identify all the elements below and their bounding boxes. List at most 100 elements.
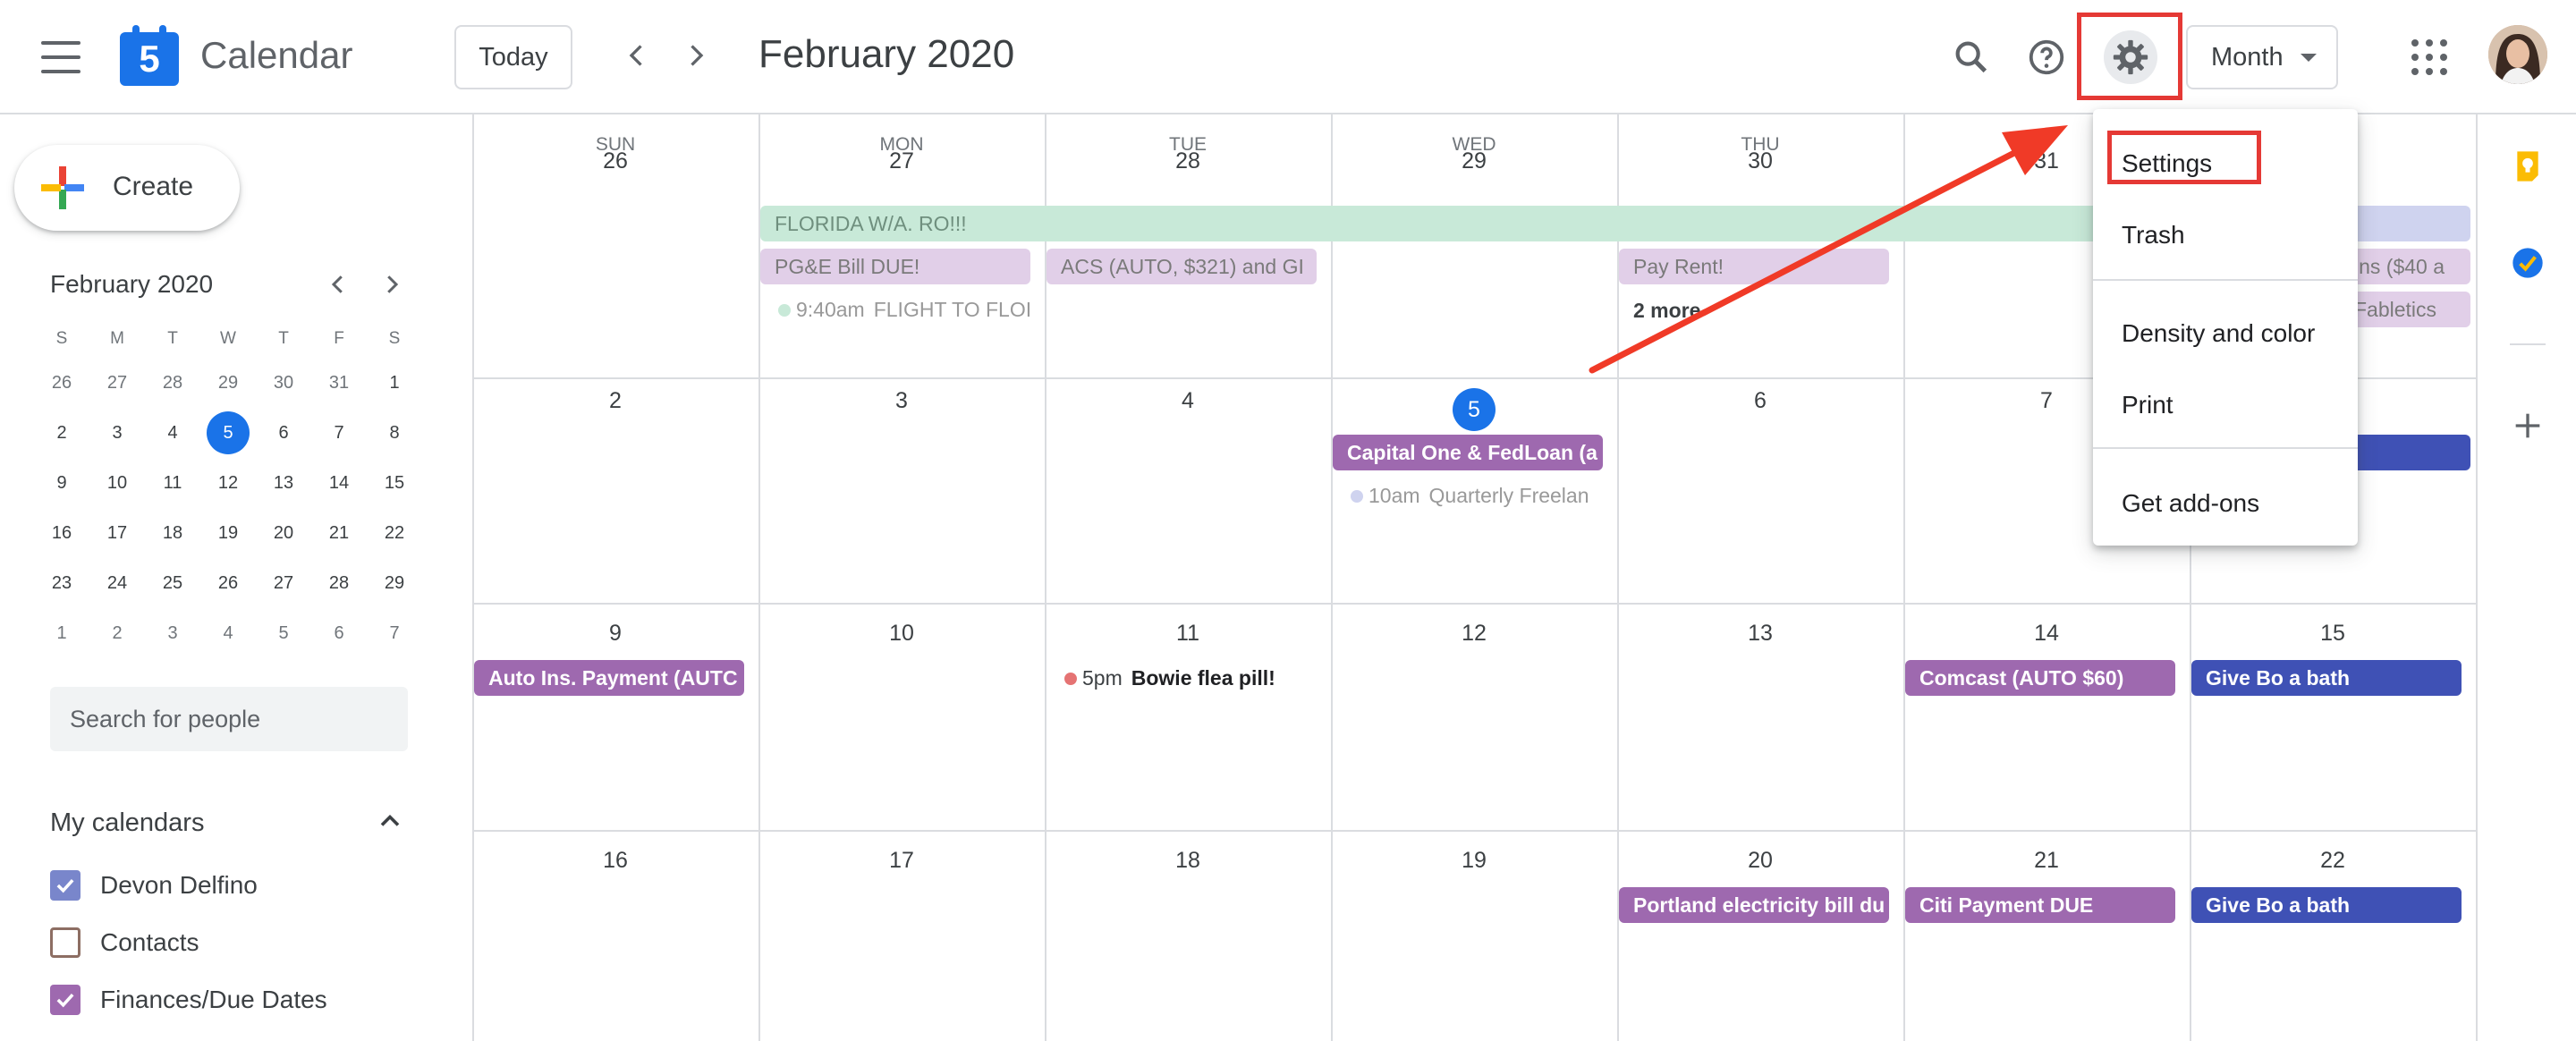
mini-calendar-day[interactable]: 14: [311, 461, 367, 505]
event-quarterly[interactable]: 10am Quarterly Freelan: [1349, 478, 1605, 513]
mini-calendar-day[interactable]: 1: [34, 611, 89, 656]
mini-calendar-day[interactable]: 2: [34, 410, 89, 455]
mini-calendar-day[interactable]: 30: [256, 360, 311, 405]
event-pay-rent[interactable]: Pay Rent!: [1619, 249, 1889, 284]
event-give-bo-bath[interactable]: Give Bo a bath: [2191, 887, 2462, 923]
mini-calendar-day[interactable]: 3: [145, 611, 200, 656]
keep-icon[interactable]: [2510, 148, 2546, 184]
mini-calendar-day[interactable]: 2: [89, 611, 145, 656]
mini-calendar-day[interactable]: 4: [200, 611, 256, 656]
day-number[interactable]: 10: [758, 621, 1045, 647]
checkbox-checked-icon[interactable]: [50, 985, 80, 1015]
add-addon-icon[interactable]: [2510, 408, 2546, 444]
day-number[interactable]: 29: [1331, 148, 1617, 174]
google-apps-icon[interactable]: [2411, 39, 2447, 75]
mini-calendar-day[interactable]: 7: [367, 611, 422, 656]
more-events-link[interactable]: 2 more: [1633, 299, 1700, 323]
my-calendars-title[interactable]: My calendars: [50, 808, 204, 838]
day-number[interactable]: 17: [758, 848, 1045, 874]
event-bowie-flea[interactable]: 5pm Bowie flea pill!: [1063, 660, 1318, 696]
mini-calendar-day[interactable]: 20: [256, 511, 311, 555]
event-sat-partial[interactable]: ins ($40 a: [2351, 249, 2470, 284]
mini-calendar-prev-icon[interactable]: [322, 268, 354, 300]
event-acs[interactable]: ACS (AUTO, $321) and GI: [1046, 249, 1317, 284]
day-number[interactable]: 14: [1903, 621, 2190, 647]
next-period-icon[interactable]: [676, 36, 716, 75]
event-portland-electricity[interactable]: Portland electricity bill du: [1619, 887, 1889, 923]
mini-calendar-day[interactable]: 12: [200, 461, 256, 505]
mini-calendar-day[interactable]: 28: [311, 561, 367, 605]
mini-calendar-day[interactable]: 10: [89, 461, 145, 505]
mini-calendar-day[interactable]: 16: [34, 511, 89, 555]
event-sat-partial[interactable]: Fabletics: [2351, 292, 2470, 327]
mini-calendar-day[interactable]: 15: [367, 461, 422, 505]
today-button[interactable]: Today: [454, 25, 572, 89]
day-number[interactable]: 27: [758, 148, 1045, 174]
event-citi-payment[interactable]: Citi Payment DUE: [1905, 887, 2175, 923]
mini-calendar-day[interactable]: 8: [367, 410, 422, 455]
mini-calendar-day[interactable]: 27: [89, 360, 145, 405]
day-number[interactable]: 20: [1617, 848, 1903, 874]
mini-calendar-day[interactable]: 7: [311, 410, 367, 455]
menu-item-trash[interactable]: Trash: [2093, 204, 2358, 267]
event-capital-one[interactable]: Capital One & FedLoan (a: [1333, 435, 1603, 470]
day-number[interactable]: 6: [1617, 388, 1903, 414]
mini-calendar-day[interactable]: 19: [200, 511, 256, 555]
view-select[interactable]: Month: [2186, 25, 2338, 89]
menu-item-density-color[interactable]: Density and color: [2093, 302, 2358, 365]
mini-calendar-day[interactable]: 28: [145, 360, 200, 405]
help-icon[interactable]: [2021, 32, 2072, 82]
day-number[interactable]: 3: [758, 388, 1045, 414]
day-number[interactable]: 4: [1045, 388, 1331, 414]
event-comcast[interactable]: Comcast (AUTO $60): [1905, 660, 2175, 696]
day-number[interactable]: 18: [1045, 848, 1331, 874]
mini-calendar-day[interactable]: 27: [256, 561, 311, 605]
day-number[interactable]: 16: [472, 848, 758, 874]
mini-calendar-day[interactable]: 29: [200, 360, 256, 405]
day-number[interactable]: 19: [1331, 848, 1617, 874]
main-menu-icon[interactable]: [41, 41, 80, 73]
mini-calendar-day[interactable]: 13: [256, 461, 311, 505]
calendar-item-finances[interactable]: Finances/Due Dates: [50, 982, 327, 1018]
mini-calendar-day[interactable]: 3: [89, 410, 145, 455]
event-pge-bill[interactable]: PG&E Bill DUE!: [760, 249, 1030, 284]
mini-calendar-day[interactable]: 31: [311, 360, 367, 405]
day-number[interactable]: 30: [1617, 148, 1903, 174]
calendar-item-contacts[interactable]: Contacts: [50, 925, 199, 961]
search-icon[interactable]: [1946, 32, 1996, 82]
mini-calendar-day[interactable]: 5: [200, 410, 256, 455]
day-number[interactable]: 12: [1331, 621, 1617, 647]
mini-calendar-day[interactable]: 22: [367, 511, 422, 555]
mini-calendar-next-icon[interactable]: [376, 268, 408, 300]
checkbox-checked-icon[interactable]: [50, 870, 80, 901]
mini-calendar-day[interactable]: 17: [89, 511, 145, 555]
tasks-icon[interactable]: [2510, 245, 2546, 281]
day-number[interactable]: 21: [1903, 848, 2190, 874]
mini-calendar-day[interactable]: 29: [367, 561, 422, 605]
previous-period-icon[interactable]: [617, 36, 657, 75]
menu-item-get-addons[interactable]: Get add-ons: [2093, 472, 2358, 535]
search-people-input[interactable]: Search for people: [50, 687, 408, 751]
mini-calendar-day[interactable]: 23: [34, 561, 89, 605]
mini-calendar-day[interactable]: 4: [145, 410, 200, 455]
mini-calendar-day[interactable]: 26: [200, 561, 256, 605]
event-auto-ins[interactable]: Auto Ins. Payment (AUTC: [474, 660, 744, 696]
mini-calendar-day[interactable]: 11: [145, 461, 200, 505]
mini-calendar-day[interactable]: 9: [34, 461, 89, 505]
event-sat-blue-partial[interactable]: [2351, 435, 2470, 470]
day-number[interactable]: 9: [472, 621, 758, 647]
menu-item-print[interactable]: Print: [2093, 374, 2358, 436]
day-number[interactable]: 26: [472, 148, 758, 174]
calendar-item-devon[interactable]: Devon Delfino: [50, 868, 258, 903]
create-button[interactable]: Create: [14, 145, 240, 231]
day-number[interactable]: 15: [2190, 621, 2476, 647]
mini-calendar-day[interactable]: 26: [34, 360, 89, 405]
mini-calendar-day[interactable]: 21: [311, 511, 367, 555]
chevron-up-icon[interactable]: [374, 805, 406, 837]
mini-calendar-day[interactable]: 5: [256, 611, 311, 656]
mini-calendar-day[interactable]: 6: [311, 611, 367, 656]
event-give-bo-bath[interactable]: Give Bo a bath: [2191, 660, 2462, 696]
event-florida[interactable]: FLORIDA W/A. RO!!!: [760, 206, 2184, 241]
day-number[interactable]: 22: [2190, 848, 2476, 874]
event-flight[interactable]: 9:40am FLIGHT TO FLOI: [776, 292, 1032, 327]
